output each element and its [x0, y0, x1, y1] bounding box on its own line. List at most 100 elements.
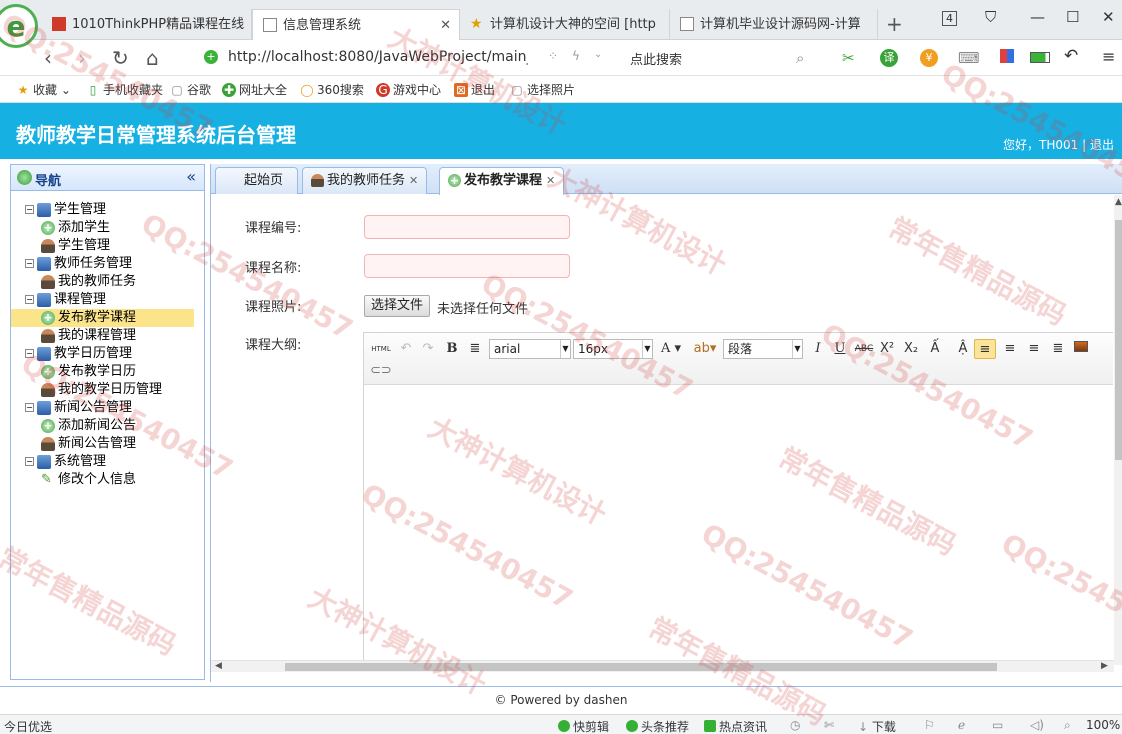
- underline-icon[interactable]: U: [832, 339, 848, 359]
- collapse-node-icon[interactable]: −: [25, 205, 34, 214]
- highlight-icon[interactable]: ab▾: [690, 339, 720, 359]
- status-item-headlines[interactable]: 头条推荐: [626, 718, 689, 734]
- cut-icon[interactable]: ✄: [824, 718, 834, 732]
- speed-icon[interactable]: ◷: [790, 718, 800, 732]
- home-icon[interactable]: ⌂: [146, 46, 159, 70]
- close-window-icon[interactable]: ✕: [1102, 8, 1115, 26]
- forward-icon[interactable]: ›: [78, 46, 86, 70]
- strikethrough-icon[interactable]: ABC: [854, 339, 874, 359]
- close-tab-icon[interactable]: ✕: [440, 10, 451, 40]
- tree-item-edit-profile[interactable]: ✎ 修改个人信息: [11, 471, 204, 489]
- tree-item-my-calendar[interactable]: 我的教学日历管理: [11, 381, 204, 399]
- bookmark-games[interactable]: G 游戏中心: [376, 81, 441, 98]
- maximize-icon[interactable]: ☐: [1066, 8, 1079, 26]
- align-right-icon[interactable]: ≡: [1000, 339, 1020, 359]
- tree-node-course[interactable]: − 课程管理: [11, 291, 204, 309]
- sound-icon[interactable]: ◁): [1030, 718, 1044, 732]
- ie-icon[interactable]: ℯ: [958, 718, 965, 732]
- scroll-thumb[interactable]: [1115, 220, 1122, 460]
- tree-item-publish-course[interactable]: + 发布教学课程: [11, 309, 194, 327]
- html-source-button[interactable]: HTML: [370, 339, 392, 359]
- bold-icon[interactable]: B: [444, 339, 460, 359]
- search-icon[interactable]: ⌕: [796, 49, 804, 67]
- menu-icon[interactable]: ≡: [1102, 47, 1115, 66]
- font-size-select[interactable]: 16px ▼: [573, 339, 653, 359]
- zoom-level[interactable]: 100%: [1086, 718, 1120, 732]
- tree-node-system[interactable]: − 系统管理: [11, 453, 204, 471]
- tree-node-teacher-task[interactable]: − 教师任务管理: [11, 255, 204, 273]
- status-today-picks[interactable]: 今日优选: [4, 718, 52, 734]
- scroll-thumb[interactable]: [285, 663, 997, 671]
- image-icon[interactable]: [1072, 339, 1090, 359]
- tree-node-calendar[interactable]: − 教学日历管理: [11, 345, 204, 363]
- bookmark-mobile[interactable]: ▯ 手机收藏夹: [86, 81, 163, 98]
- chevron-down-icon[interactable]: ⌄: [594, 49, 602, 60]
- browser-tab-3[interactable]: ★ 计算机设计大神的空间 [http: [460, 9, 670, 40]
- lightning-icon[interactable]: ϟ: [572, 49, 580, 63]
- search-box[interactable]: 点此搜索: [630, 49, 682, 68]
- font-color-icon[interactable]: A ▾: [658, 339, 684, 359]
- editor-content-area[interactable]: [364, 385, 1113, 665]
- bookmark-photo[interactable]: ▢ 选择照片: [510, 81, 575, 98]
- italic-icon[interactable]: I: [810, 339, 826, 359]
- tab-publish-course[interactable]: + 发布教学课程 ✕: [439, 167, 565, 195]
- collapse-node-icon[interactable]: −: [25, 403, 34, 412]
- tree-item-student-manage[interactable]: 学生管理: [11, 237, 204, 255]
- bookmark-hao[interactable]: ✚ 网址大全: [222, 81, 287, 98]
- tree-item-publish-calendar[interactable]: + 发布教学日历: [11, 363, 204, 381]
- scroll-up-icon[interactable]: ▲: [1115, 197, 1122, 207]
- gamepad-icon[interactable]: ⌨: [958, 49, 980, 67]
- link-icon[interactable]: ⊂⊃: [370, 361, 392, 381]
- scroll-right-icon[interactable]: ▶: [1101, 661, 1108, 671]
- collapse-node-icon[interactable]: −: [25, 349, 34, 358]
- collapse-node-icon[interactable]: −: [25, 295, 34, 304]
- tree-item-add-news[interactable]: + 添加新闻公告: [11, 417, 204, 435]
- subscript-icon[interactable]: X₂: [902, 339, 920, 359]
- tab-counter-badge[interactable]: 4: [942, 11, 957, 26]
- collapse-node-icon[interactable]: −: [25, 457, 34, 466]
- vertical-scrollbar[interactable]: ▲: [1114, 195, 1122, 665]
- collapse-icon[interactable]: «: [186, 167, 196, 186]
- tree-item-add-student[interactable]: + 添加学生: [11, 219, 204, 237]
- redo-icon[interactable]: ↷: [420, 339, 436, 359]
- tree-item-my-teacher-task[interactable]: 我的教师任务: [11, 273, 204, 291]
- paragraph-select[interactable]: 段落 ▼: [723, 339, 803, 359]
- tree-item-news-manage[interactable]: 新闻公告管理: [11, 435, 204, 453]
- close-tab-icon[interactable]: ✕: [546, 174, 555, 187]
- battery-icon[interactable]: [1030, 49, 1050, 67]
- align-left-icon[interactable]: ≡: [974, 339, 996, 359]
- url-field[interactable]: + http://localhost:8080/JavaWebProject/m…: [196, 45, 602, 71]
- undo-icon[interactable]: ↶: [398, 339, 414, 359]
- bookmark-favorites[interactable]: ★ 收藏 ⌄: [16, 81, 71, 98]
- superscript-icon[interactable]: X²: [878, 339, 896, 359]
- align-center-icon[interactable]: ≡: [1024, 339, 1044, 359]
- clear-format-icon[interactable]: Ậ: [954, 339, 972, 359]
- logout-link[interactable]: 退出: [1090, 138, 1114, 152]
- browser-tab-2[interactable]: 信息管理系统 ✕: [252, 9, 460, 40]
- close-tab-icon[interactable]: ✕: [409, 174, 418, 187]
- status-item-download[interactable]: ↓ 下载: [858, 718, 896, 734]
- refresh-icon[interactable]: ↻: [112, 46, 129, 70]
- tab-home[interactable]: 起始页: [215, 167, 299, 194]
- scissors-icon[interactable]: ✂: [842, 49, 855, 67]
- tree-node-news[interactable]: − 新闻公告管理: [11, 399, 204, 417]
- browser-tab-4[interactable]: 计算机毕业设计源码网-计算: [670, 9, 878, 40]
- status-item-clip[interactable]: 快剪辑: [558, 718, 609, 734]
- format-icon[interactable]: ≣: [466, 339, 484, 359]
- tree-item-my-course[interactable]: 我的课程管理: [11, 327, 204, 345]
- apps-icon[interactable]: [1000, 49, 1014, 67]
- minimize-icon[interactable]: —: [1030, 8, 1045, 26]
- coin-icon[interactable]: ¥: [920, 49, 938, 67]
- undo-icon[interactable]: ↶: [1064, 46, 1078, 66]
- back-icon[interactable]: ‹: [44, 46, 52, 70]
- translate-icon[interactable]: 译: [880, 49, 898, 67]
- font-family-select[interactable]: arial ▼: [489, 339, 571, 359]
- choose-file-button[interactable]: 选择文件: [364, 295, 431, 317]
- flag-icon[interactable]: ⚐: [924, 718, 935, 732]
- course-no-input[interactable]: [364, 215, 570, 239]
- status-item-news[interactable]: 热点资讯: [704, 718, 767, 734]
- new-tab-icon[interactable]: +: [886, 12, 903, 36]
- horizontal-scrollbar[interactable]: ◀ ▶: [211, 660, 1114, 672]
- scroll-left-icon[interactable]: ◀: [215, 661, 222, 671]
- collapse-node-icon[interactable]: −: [25, 259, 34, 268]
